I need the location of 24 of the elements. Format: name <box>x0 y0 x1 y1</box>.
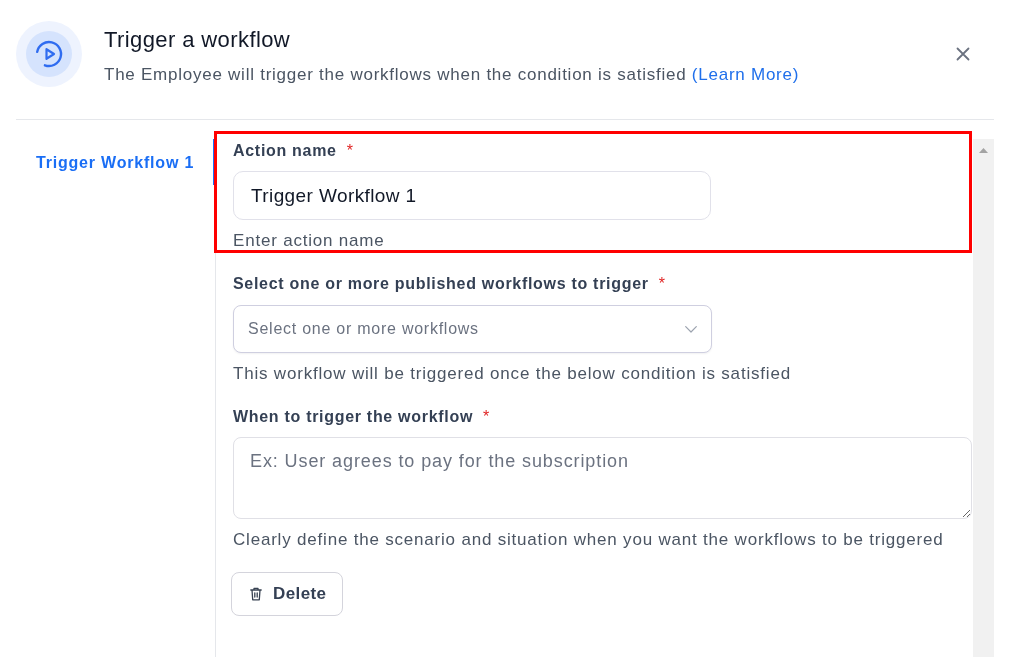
learn-more-link[interactable]: (Learn More) <box>691 65 800 84</box>
text-area[interactable]: Ex: User agrees to pay for the subscription <box>233 437 972 519</box>
close-button[interactable] <box>956 47 970 61</box>
scroll-up-arrow-icon[interactable] <box>979 148 988 153</box>
trash-icon <box>250 587 262 601</box>
field-label: Action name <box>233 141 337 161</box>
text-input[interactable]: Trigger Workflow 1 <box>233 171 711 220</box>
required-asterisk: * <box>346 141 353 161</box>
dialog-title: Trigger a workflow <box>104 27 292 53</box>
required-asterisk: * <box>483 407 490 427</box>
close-icon <box>956 47 970 61</box>
dialog-description: The Employee will trigger the workflows when the condition is satisfied (Learn More) <box>104 64 801 86</box>
helper-text: Clearly define the scenario and situation when you want the workflows to be triggered <box>233 530 945 549</box>
select-dropdown[interactable]: Select one or more workflows <box>233 305 712 353</box>
delete-button[interactable]: Delete <box>231 572 344 616</box>
helper-text: Enter action name <box>233 231 386 250</box>
helper-text: This workflow will be triggered once the below condition is satisfied <box>233 364 792 383</box>
play-circle-icon <box>16 21 82 87</box>
field-label: When to trigger the workflow <box>233 407 474 427</box>
chevron-down-icon <box>685 325 697 333</box>
field-label: Select one or more published workflows to trigger <box>233 274 649 294</box>
sidebar-tab[interactable]: Trigger Workflow 1 <box>16 139 215 185</box>
required-asterisk: * <box>658 274 665 294</box>
scrollbar[interactable] <box>973 139 994 657</box>
